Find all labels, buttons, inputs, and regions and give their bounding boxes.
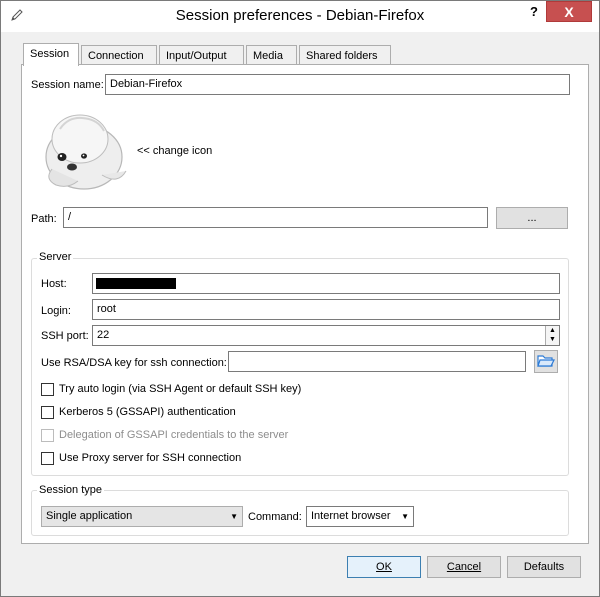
session-tab-panel: Session name: Debian-Firefox << change i…	[21, 64, 589, 544]
proxy-checkbox[interactable]	[41, 452, 54, 465]
command-label: Command:	[248, 511, 302, 523]
ok-button[interactable]: OK	[347, 556, 421, 578]
rsa-key-label: Use RSA/DSA key for ssh connection:	[41, 357, 227, 369]
tab-session-label: Session	[30, 48, 70, 60]
tab-input-output[interactable]: Input/Output	[159, 45, 244, 66]
tab-connection-label: Connection	[88, 50, 144, 62]
dropdown-arrow-icon: ▼	[230, 512, 238, 521]
rsa-key-browse-button[interactable]	[534, 350, 558, 373]
session-type-title: Session type	[37, 484, 104, 496]
host-field[interactable]	[92, 273, 560, 294]
seal-icon[interactable]	[38, 109, 128, 191]
session-preferences-window: Session preferences - Debian-Firefox ? X…	[0, 0, 600, 597]
command-dropdown[interactable]: Internet browser ▼	[306, 506, 414, 527]
cancel-label: Cancel	[446, 561, 482, 573]
auto-login-checkbox[interactable]	[41, 383, 54, 396]
dropdown-arrow-icon: ▼	[401, 512, 409, 521]
session-name-field[interactable]: Debian-Firefox	[105, 74, 570, 95]
rsa-key-field[interactable]	[228, 351, 526, 372]
kerberos-label[interactable]: Kerberos 5 (GSSAPI) authentication	[59, 406, 236, 418]
path-field[interactable]: /	[63, 207, 488, 228]
login-label: Login:	[41, 305, 71, 317]
tab-input-output-label: Input/Output	[166, 50, 227, 62]
login-field[interactable]: root	[92, 299, 560, 320]
title-bar[interactable]: Session preferences - Debian-Firefox ? X	[1, 1, 599, 32]
session-type-dropdown[interactable]: Single application ▼	[41, 506, 243, 527]
server-group-title: Server	[37, 251, 74, 263]
ssh-port-field[interactable]: 22 ▲ ▼	[92, 325, 560, 346]
spin-down-icon[interactable]: ▼	[546, 335, 559, 344]
folder-open-icon	[537, 355, 555, 367]
help-button[interactable]: ?	[519, 1, 549, 22]
tab-shared-folders[interactable]: Shared folders	[299, 45, 391, 66]
session-name-label: Session name:	[31, 79, 104, 91]
close-button[interactable]: X	[546, 1, 592, 22]
defaults-label: Defaults	[523, 561, 565, 573]
ok-label: OK	[376, 561, 392, 573]
tab-media-label: Media	[253, 50, 283, 62]
window-title: Session preferences - Debian-Firefox	[175, 7, 425, 24]
ssh-port-spinner[interactable]: ▲ ▼	[545, 326, 559, 345]
change-icon-label[interactable]: << change icon	[137, 145, 212, 157]
tab-media[interactable]: Media	[246, 45, 297, 66]
ssh-port-label: SSH port:	[41, 330, 89, 342]
tab-connection[interactable]: Connection	[81, 45, 157, 66]
cancel-button[interactable]: Cancel	[427, 556, 501, 578]
redacted-host-value	[96, 278, 176, 289]
auto-login-label[interactable]: Try auto login (via SSH Agent or default…	[59, 383, 301, 395]
ssh-port-value: 22	[97, 329, 110, 341]
path-label: Path:	[31, 213, 57, 225]
tab-shared-folders-label: Shared folders	[306, 50, 378, 62]
spin-up-icon[interactable]: ▲	[546, 326, 559, 335]
defaults-button[interactable]: Defaults	[507, 556, 581, 578]
proxy-label[interactable]: Use Proxy server for SSH connection	[59, 452, 241, 464]
gssapi-delegation-label: Delegation of GSSAPI credentials to the …	[59, 429, 289, 441]
session-type-value: Single application	[46, 510, 133, 522]
host-label: Host:	[41, 278, 67, 290]
browse-path-button[interactable]: ...	[496, 207, 568, 229]
tab-session[interactable]: Session	[23, 43, 79, 66]
command-value: Internet browser	[311, 510, 391, 522]
kerberos-checkbox[interactable]	[41, 406, 54, 419]
gssapi-delegation-checkbox	[41, 429, 54, 442]
